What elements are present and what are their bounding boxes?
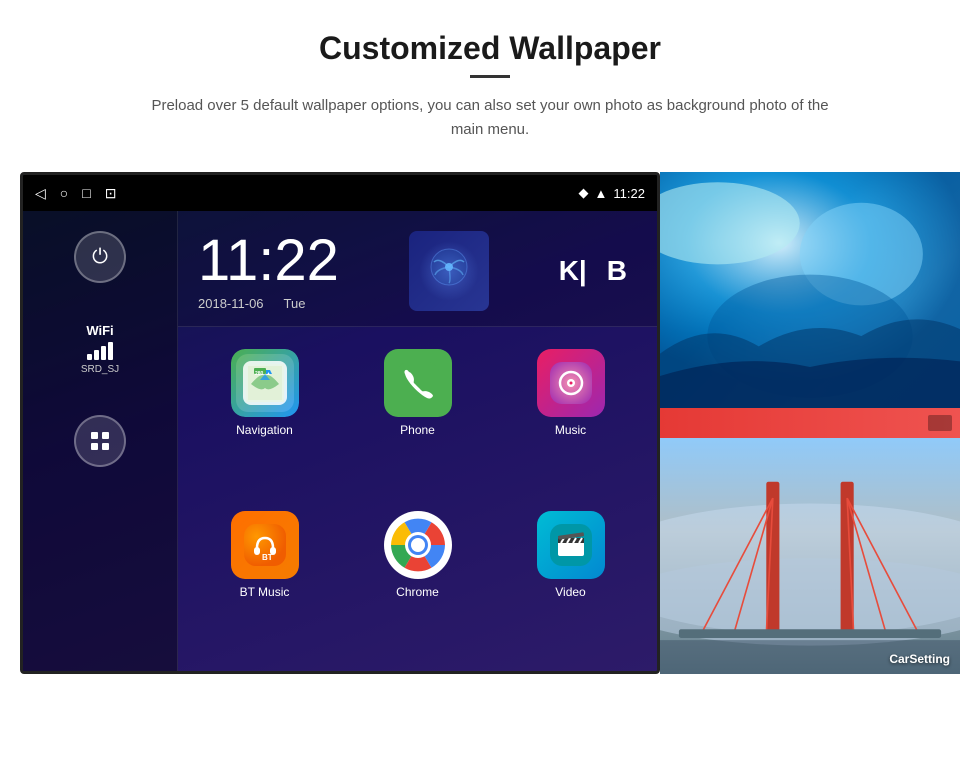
wifi-bar-1: [87, 354, 92, 360]
app-music[interactable]: Music: [494, 337, 647, 499]
clock-area: 11:22 2018-11-06 Tue: [178, 211, 657, 327]
music-label: Music: [555, 423, 586, 437]
wifi-label: WiFi: [86, 323, 113, 338]
navigation-icon: 280 ▲: [231, 349, 299, 417]
wifi-status-icon: ▲: [595, 186, 608, 201]
navigation-label: Navigation: [236, 423, 293, 437]
clock-date: 2018-11-06 Tue: [198, 296, 339, 311]
wifi-bars: [87, 342, 113, 360]
back-icon[interactable]: ◁: [35, 185, 46, 202]
clock-day-value: Tue: [284, 296, 306, 311]
wifi-bar-3: [101, 346, 106, 360]
title-divider: [470, 75, 510, 78]
phone-label: Phone: [400, 423, 435, 437]
device-wrapper: ◁ ○ □ ⊡ ◆ ▲ 11:22 ⏻ WiFi: [20, 172, 960, 674]
screen-body: ⏻ WiFi SRD_SJ: [23, 211, 657, 671]
bt-music-icon: BT: [231, 511, 299, 579]
clock-time: 11:22: [198, 232, 339, 290]
center-content: 11:22 2018-11-06 Tue: [178, 211, 657, 671]
chrome-label: Chrome: [396, 585, 439, 599]
apps-button[interactable]: [74, 415, 126, 467]
wifi-ssid: SRD_SJ: [81, 364, 119, 375]
location-icon: ◆: [579, 185, 589, 201]
chrome-icon: [384, 511, 452, 579]
android-screen: ◁ ○ □ ⊡ ◆ ▲ 11:22 ⏻ WiFi: [20, 172, 660, 674]
wallpaper-red-bar: [660, 408, 960, 438]
app-chrome[interactable]: Chrome: [341, 499, 494, 661]
wifi-bar-2: [94, 350, 99, 360]
app-grid: 280 ▲ Navigation: [178, 327, 657, 671]
svg-text:280: 280: [255, 371, 264, 377]
page-title: Customized Wallpaper: [319, 30, 661, 67]
wallpaper-panel: CarSetting: [660, 172, 960, 674]
app-navigation[interactable]: 280 ▲ Navigation: [188, 337, 341, 499]
clock-left: 11:22 2018-11-06 Tue: [198, 232, 339, 311]
bt-music-label: BT Music: [240, 585, 290, 599]
svg-text:BT: BT: [262, 553, 273, 562]
app-letter-b: B: [607, 255, 627, 287]
media-glow: [419, 241, 479, 301]
status-time: 11:22: [613, 186, 645, 201]
video-label: Video: [555, 585, 585, 599]
home-icon[interactable]: ○: [60, 185, 68, 201]
screenshot-icon[interactable]: ⊡: [105, 185, 117, 202]
wifi-widget[interactable]: WiFi SRD_SJ: [81, 323, 119, 375]
music-icon: [537, 349, 605, 417]
svg-text:▲: ▲: [266, 371, 271, 377]
status-bar-right: ◆ ▲ 11:22: [579, 185, 645, 201]
clock-date-value: 2018-11-06: [198, 296, 264, 311]
wallpaper-thumb-ice[interactable]: [660, 172, 960, 408]
video-icon: [537, 511, 605, 579]
app-letter-k: K|: [559, 255, 587, 287]
red-bar-element: [928, 415, 952, 431]
phone-icon: [384, 349, 452, 417]
app-bt-music[interactable]: BT BT Music: [188, 499, 341, 661]
sidebar: ⏻ WiFi SRD_SJ: [23, 211, 178, 671]
power-button[interactable]: ⏻: [74, 231, 126, 283]
app-video[interactable]: Video: [494, 499, 647, 661]
recents-icon[interactable]: □: [82, 185, 90, 201]
status-bar: ◁ ○ □ ⊡ ◆ ▲ 11:22: [23, 175, 657, 211]
app-phone[interactable]: Phone: [341, 337, 494, 499]
status-bar-left: ◁ ○ □ ⊡: [35, 185, 116, 202]
wallpaper-carsetting-label: CarSetting: [889, 652, 950, 666]
wallpaper-thumb-bridge[interactable]: CarSetting: [660, 438, 960, 674]
app-letters: K| B: [559, 255, 637, 287]
page-subtitle: Preload over 5 default wallpaper options…: [140, 94, 840, 142]
media-widget[interactable]: [409, 231, 489, 311]
wifi-bar-4: [108, 342, 113, 360]
